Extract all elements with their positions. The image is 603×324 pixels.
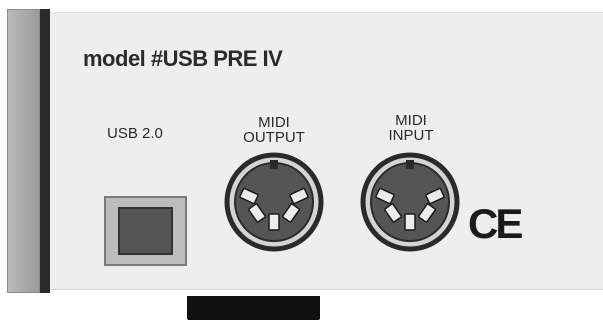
device-rear-panel-scene: model #USB PRE IV USB 2.0 MIDI OUTPUT MI… <box>0 0 603 324</box>
midi-output-label-line1: MIDI <box>258 114 290 131</box>
midi-output-label: MIDI OUTPUT <box>238 115 310 145</box>
usb-b-port-icon[interactable] <box>104 196 187 266</box>
model-label: model #USB PRE IV <box>83 46 283 71</box>
midi-input-label: MIDI INPUT <box>375 113 447 143</box>
midi-output-label-line2: OUTPUT <box>243 129 305 146</box>
midi-input-label-line2: INPUT <box>388 127 434 144</box>
ce-mark-icon: CE <box>468 200 523 247</box>
midi-input-connector-icon[interactable] <box>360 152 460 252</box>
side-shadow <box>40 9 50 293</box>
side-bracket <box>7 9 40 293</box>
device-foot <box>187 296 320 320</box>
usb-port-label: USB 2.0 <box>107 125 163 142</box>
midi-output-connector-icon[interactable] <box>224 152 324 252</box>
midi-input-label-line1: MIDI <box>395 112 427 129</box>
usb-port-socket <box>118 207 173 255</box>
